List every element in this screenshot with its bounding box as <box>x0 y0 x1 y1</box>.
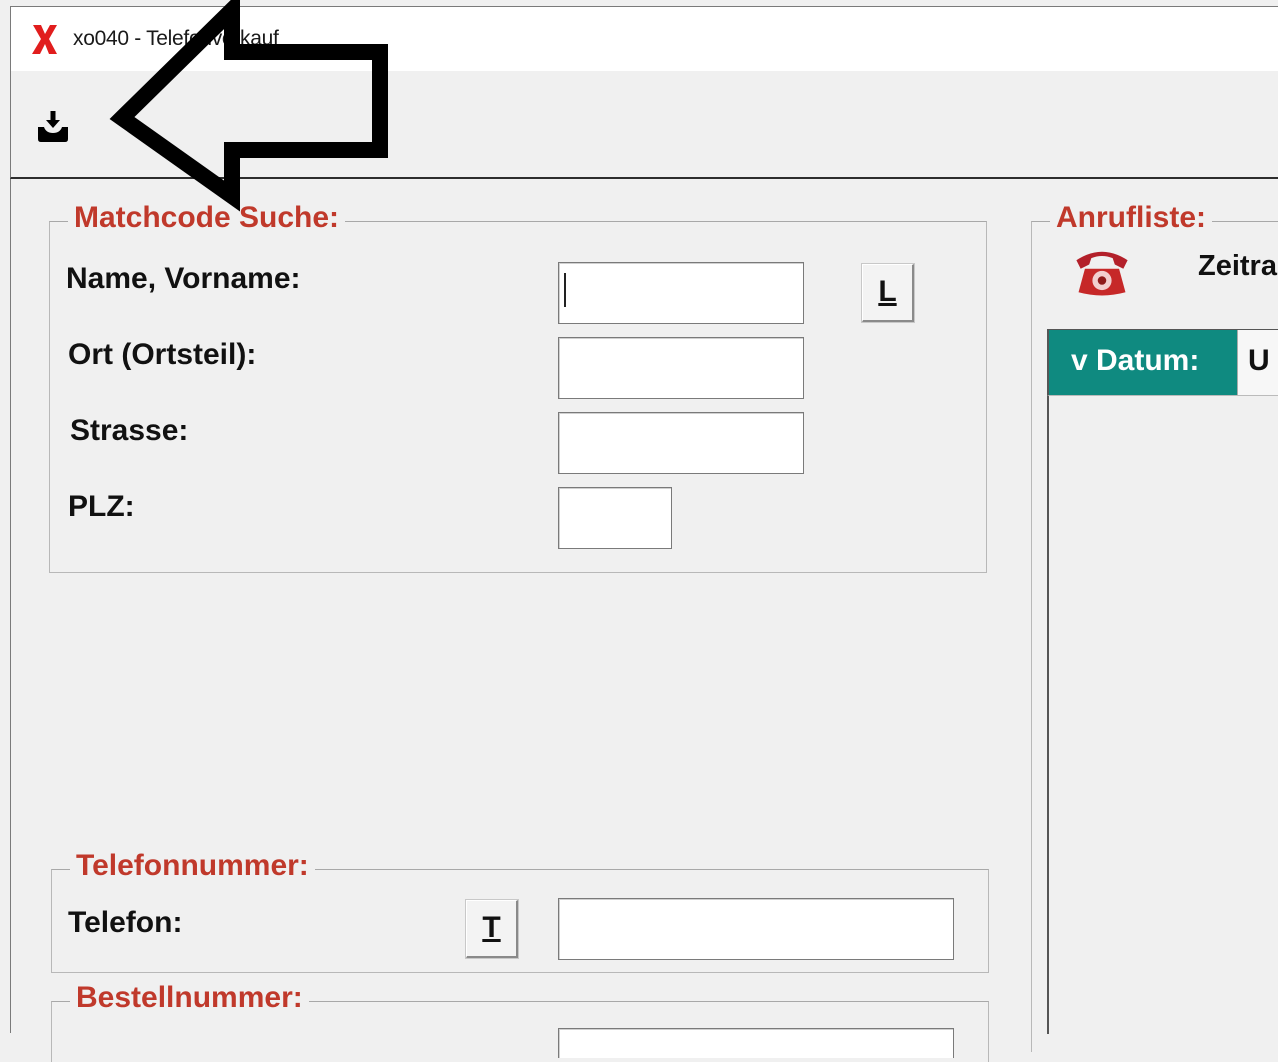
anrufliste-legend: Anrufliste: <box>1050 200 1212 236</box>
column-header-datum[interactable]: v Datum: <box>1049 330 1237 396</box>
app-logo-icon <box>32 25 57 54</box>
matchcode-legend: Matchcode Suche: <box>68 200 346 236</box>
name-input[interactable] <box>558 262 804 324</box>
plz-input[interactable] <box>558 487 672 549</box>
ort-input[interactable] <box>558 337 804 399</box>
bestellnummer-group: Bestellnummer: <box>51 980 989 1062</box>
strasse-input[interactable] <box>558 412 804 474</box>
plz-label: PLZ: <box>68 490 135 523</box>
text-caret <box>564 273 566 307</box>
matchcode-search-group: Matchcode Suche: Name, Vorname: L Ort (O… <box>49 200 987 573</box>
title-bar: xo040 - Telefonverkauf <box>10 6 1278 72</box>
strasse-label: Strasse: <box>70 414 189 447</box>
main-content: Matchcode Suche: Name, Vorname: L Ort (O… <box>10 179 1278 1062</box>
telefon-input[interactable] <box>558 898 954 960</box>
name-label: Name, Vorname: <box>66 262 301 295</box>
window-title: xo040 - Telefonverkauf <box>73 27 279 50</box>
zeitraum-label: Zeitra <box>1198 250 1277 282</box>
download-tray-icon[interactable] <box>33 109 73 145</box>
telefon-t-button[interactable]: T <box>465 899 519 959</box>
telephone-icon[interactable] <box>1070 244 1134 300</box>
bestellnummer-legend: Bestellnummer: <box>70 980 309 1016</box>
telefonnummer-group: Telefonnummer: Telefon: T <box>51 848 989 973</box>
telefonnummer-legend: Telefonnummer: <box>70 848 315 884</box>
telefon-label: Telefon: <box>68 906 183 939</box>
lookup-l-button[interactable]: L <box>861 263 915 323</box>
call-list-body[interactable] <box>1047 395 1278 1034</box>
toolbar <box>10 71 1278 179</box>
column-header-next[interactable]: U <box>1237 330 1278 396</box>
ort-label: Ort (Ortsteil): <box>68 338 257 371</box>
call-list-header: v Datum: U <box>1047 329 1278 396</box>
